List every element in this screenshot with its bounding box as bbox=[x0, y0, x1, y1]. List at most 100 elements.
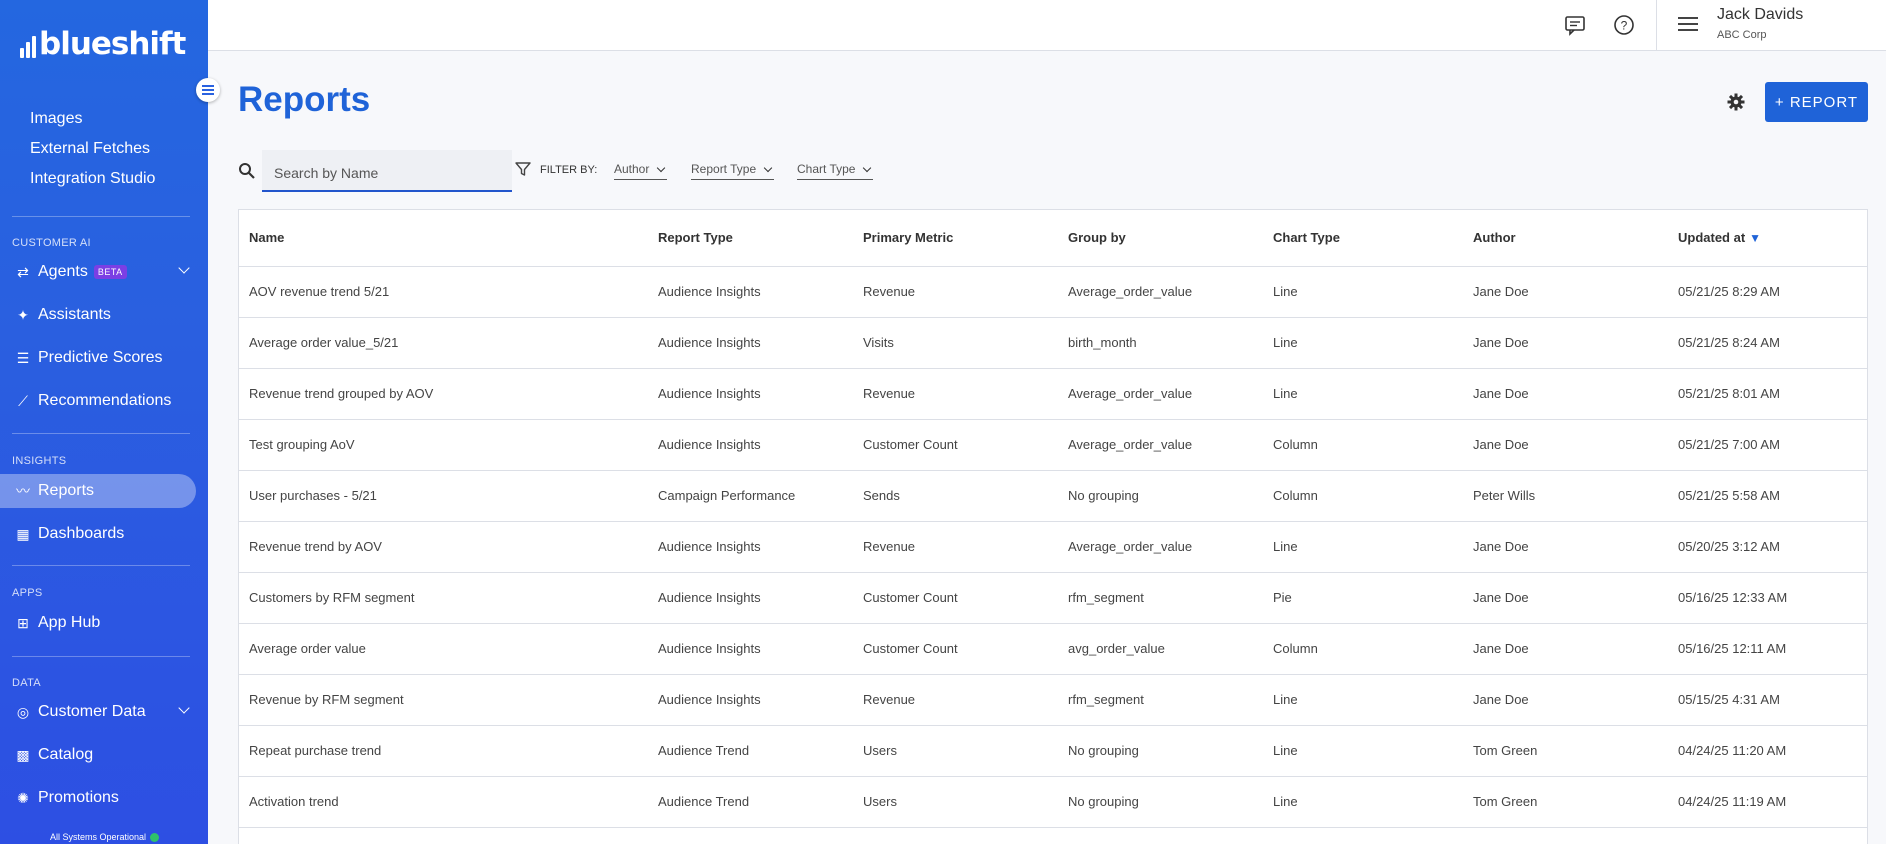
chat-icon[interactable] bbox=[1564, 14, 1586, 36]
add-report-button[interactable]: + REPORT bbox=[1765, 82, 1868, 122]
name-cell: AOV revenue trend 5/21 bbox=[239, 266, 648, 318]
table-row[interactable]: Average order value Audience Insights Cust… bbox=[239, 623, 1867, 675]
primary-metric-cell: Customer Count bbox=[853, 419, 1058, 471]
logo-text: blueshift bbox=[39, 26, 186, 62]
sidebar-item-integration-studio[interactable]: Integration Studio bbox=[30, 170, 155, 188]
help-icon[interactable]: ? bbox=[1613, 14, 1635, 36]
filter-by-label: FILTER BY: bbox=[540, 164, 598, 176]
table-row[interactable]: Revenue trend by AOV Audience Insights Rev… bbox=[239, 521, 1867, 573]
author-cell: Jane Doe bbox=[1463, 623, 1668, 675]
table-row[interactable]: Repeat purchase trend Audience Trend Users… bbox=[239, 725, 1867, 777]
table-row[interactable]: User purchases - 5/21 Campaign Performanc… bbox=[239, 470, 1867, 522]
hamburger-menu-icon[interactable] bbox=[1678, 17, 1698, 31]
user-org: ABC Corp bbox=[1717, 29, 1767, 41]
sidebar-item-recommendations[interactable]: ⟋ Recommendations bbox=[0, 384, 196, 418]
report-type-cell: Audience Insights bbox=[648, 419, 853, 471]
column-header-report-type[interactable]: Report Type bbox=[648, 210, 853, 267]
report-type-filter-dropdown[interactable]: Report Type bbox=[691, 162, 775, 180]
name-cell: Test grouping AoV bbox=[239, 419, 648, 471]
chart-type-cell: Line bbox=[1263, 368, 1463, 420]
sidebar-item-label: Assistants bbox=[38, 306, 111, 323]
agents-icon: ⇄ bbox=[17, 263, 29, 280]
name-cell: Revenue by RFM segment bbox=[239, 674, 648, 726]
chevron-down-icon[interactable] bbox=[178, 702, 190, 714]
primary-metric-cell: Revenue bbox=[853, 266, 1058, 318]
chart-type-cell: Line bbox=[1263, 725, 1463, 777]
column-header-group-by[interactable]: Group by bbox=[1058, 210, 1263, 267]
report-type-cell: Campaign Performance bbox=[648, 470, 853, 522]
table-row[interactable]: Average order value_5/21 Audience Insight… bbox=[239, 317, 1867, 369]
sidebar-item-app-hub[interactable]: ⊞ App Hub bbox=[0, 606, 196, 640]
chart-type-filter-dropdown[interactable]: Chart Type bbox=[797, 162, 874, 180]
blueshift-logo[interactable]: blueshift bbox=[20, 26, 186, 62]
report-type-cell: Audience Insights bbox=[648, 572, 853, 624]
table-row[interactable]: Test grouping AoV Audience Insights Custom… bbox=[239, 419, 1867, 471]
sliders-icon: ☰ bbox=[16, 349, 30, 366]
sidebar-item-catalog[interactable]: ▩ Catalog bbox=[0, 738, 196, 772]
name-cell: Revenue trend grouped by AOV bbox=[239, 368, 648, 420]
name-cell: Average order value bbox=[239, 623, 648, 675]
search-input[interactable] bbox=[262, 150, 512, 192]
group-by-cell: rfm_segment bbox=[1058, 674, 1263, 726]
column-header-name[interactable]: Name bbox=[239, 210, 648, 267]
primary-metric-cell: Visits bbox=[853, 317, 1058, 369]
chevron-down-icon[interactable] bbox=[178, 262, 190, 274]
group-by-cell: No grouping bbox=[1058, 470, 1263, 522]
updated-at-cell: 05/21/25 8:29 AM bbox=[1668, 266, 1867, 318]
updated-at-cell: 05/20/25 3:12 AM bbox=[1668, 521, 1867, 573]
chart-type-cell: Pie bbox=[1263, 572, 1463, 624]
table-row[interactable]: Revenue by RFM segment Audience Insights R… bbox=[239, 674, 1867, 726]
report-type-cell: Audience Insights bbox=[648, 266, 853, 318]
system-status[interactable]: All Systems Operational bbox=[50, 832, 160, 842]
status-dot-icon bbox=[150, 832, 160, 842]
sidebar-item-predictive-scores[interactable]: ☰ Predictive Scores bbox=[0, 341, 196, 375]
sort-desc-icon[interactable]: ▼ bbox=[1749, 231, 1761, 245]
primary-metric-cell: Users bbox=[853, 725, 1058, 777]
gear-icon[interactable] bbox=[1726, 92, 1746, 112]
group-by-cell: Average_order_value bbox=[1058, 419, 1263, 471]
author-cell: Jane Doe bbox=[1463, 521, 1668, 573]
chart-type-cell: Line bbox=[1263, 776, 1463, 828]
column-header-updated-at[interactable]: Updated at ▼ bbox=[1668, 210, 1867, 267]
sidebar-item-assistants[interactable]: ✦ Assistants bbox=[0, 298, 196, 332]
group-by-cell: avg_order_value bbox=[1058, 623, 1263, 675]
user-menu[interactable]: Jack Davids ABC Corp bbox=[1656, 0, 1886, 51]
menu-icon bbox=[202, 85, 214, 95]
section-label-data: DATA bbox=[12, 677, 41, 689]
sidebar-item-label: Recommendations bbox=[38, 392, 172, 409]
primary-metric-cell: Customer Count bbox=[853, 572, 1058, 624]
sidebar-item-dashboards[interactable]: ▦ Dashboards bbox=[0, 517, 196, 551]
sidebar-item-images[interactable]: Images bbox=[30, 110, 82, 128]
column-header-primary-metric[interactable]: Primary Metric bbox=[853, 210, 1058, 267]
group-by-cell: No grouping bbox=[1058, 725, 1263, 777]
table-row[interactable]: Revenue trend grouped by AOV Audience Ins… bbox=[239, 368, 1867, 420]
group-by-cell: No grouping bbox=[1058, 776, 1263, 828]
sidebar-item-reports[interactable]: 〰 Reports bbox=[0, 474, 196, 508]
filter-icon bbox=[514, 160, 532, 178]
sidebar-item-external-fetches[interactable]: External Fetches bbox=[30, 140, 150, 158]
sidebar: blueshift Images External Fetches Integr… bbox=[0, 0, 208, 844]
sidebar-item-label: Reports bbox=[38, 482, 95, 499]
svg-text:?: ? bbox=[1621, 19, 1628, 33]
chart-type-cell: Column bbox=[1263, 623, 1463, 675]
collapse-sidebar-button[interactable] bbox=[196, 78, 220, 102]
column-header-author[interactable]: Author bbox=[1463, 210, 1668, 267]
qr-catalog-icon: ▩ bbox=[16, 746, 30, 763]
author-cell: Jane Doe bbox=[1463, 674, 1668, 726]
primary-metric-cell: Sends bbox=[853, 470, 1058, 522]
table-row[interactable]: Activation trend Audience Trend Users No gr… bbox=[239, 776, 1867, 828]
updated-at-cell: 05/16/25 12:33 AM bbox=[1668, 572, 1867, 624]
section-label-apps: APPS bbox=[12, 587, 43, 599]
column-header-chart-type[interactable]: Chart Type bbox=[1263, 210, 1463, 267]
sidebar-item-promotions[interactable]: ✺ Promotions bbox=[0, 781, 196, 815]
page-title: Reports bbox=[238, 80, 371, 119]
report-type-cell: Audience Insights bbox=[648, 623, 853, 675]
primary-metric-cell: Revenue bbox=[853, 674, 1058, 726]
sidebar-item-customer-data[interactable]: ◎ Customer Data bbox=[0, 695, 196, 729]
author-filter-dropdown[interactable]: Author bbox=[614, 162, 668, 180]
table-row[interactable]: Customers by RFM segment Audience Insight… bbox=[239, 572, 1867, 624]
sidebar-item-agents[interactable]: ⇄ Agents BETA bbox=[0, 255, 196, 289]
group-by-cell: Average_order_value bbox=[1058, 521, 1263, 573]
table-row[interactable]: AOV revenue trend 5/21 Audience Insights R… bbox=[239, 266, 1867, 318]
sidebar-divider bbox=[12, 656, 190, 657]
